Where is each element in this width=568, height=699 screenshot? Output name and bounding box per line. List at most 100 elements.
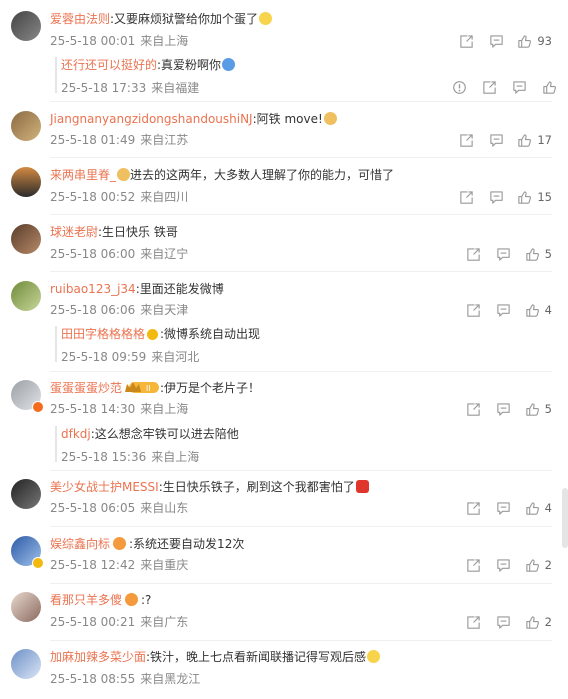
share-icon[interactable] <box>465 614 483 630</box>
share-icon[interactable] <box>465 557 483 573</box>
reply-date: 25-5-18 15:36 <box>61 450 147 464</box>
avatar[interactable] <box>11 224 41 254</box>
comment-meta: 25-5-18 06:05 来自山东 <box>50 500 188 516</box>
crown-icon <box>113 537 127 550</box>
share-icon[interactable] <box>465 302 483 318</box>
verified-badge-icon <box>147 329 159 340</box>
comment-text: :? <box>141 593 152 607</box>
reply-meta: 25-5-18 09:59 来自河北 <box>61 349 558 365</box>
avatar[interactable] <box>11 592 41 622</box>
comment-meta: 25-5-18 00:21 来自广东 <box>50 614 188 630</box>
doge-emoji-icon <box>323 112 337 125</box>
cry-emoji-icon <box>367 650 381 663</box>
like-button[interactable]: 5 <box>525 247 552 262</box>
share-icon[interactable] <box>480 79 498 95</box>
divider <box>50 371 552 372</box>
avatar[interactable] <box>11 649 41 679</box>
share-icon[interactable] <box>465 246 483 262</box>
like-button[interactable]: 2 <box>525 558 552 573</box>
comment-meta: 25-5-18 12:42 来自重庆 <box>50 557 188 573</box>
comment-username[interactable]: 来两串里脊_ <box>50 168 116 182</box>
avatar[interactable] <box>11 111 41 141</box>
comment-username[interactable]: 加麻加辣多菜少面 <box>50 650 146 664</box>
comment-username[interactable]: 美少女战士护MESSI <box>50 480 159 494</box>
comment-text: 进去的这两年，大多数人理解了你的能力，可惜了 <box>130 168 395 182</box>
comment-icon[interactable] <box>495 614 513 630</box>
comment-username[interactable]: 看那只羊多傻 <box>50 593 122 607</box>
avatar[interactable] <box>11 167 41 197</box>
comment-icon[interactable] <box>487 33 505 49</box>
comment-icon[interactable] <box>487 189 505 205</box>
like-count: 4 <box>544 303 552 317</box>
like-button[interactable]: 2 <box>525 615 552 630</box>
comment-icon[interactable] <box>495 500 513 516</box>
comment-location: 来自天津 <box>140 303 189 317</box>
comment-meta: 25-5-18 00:01 来自上海 <box>50 33 188 49</box>
like-button[interactable]: 5 <box>525 402 552 417</box>
like-count: 5 <box>544 402 552 416</box>
comment-text: :阿铁 move! <box>252 112 323 126</box>
avatar[interactable] <box>11 11 41 41</box>
share-icon[interactable] <box>465 500 483 516</box>
comment-meta: 25-5-18 06:00 来自辽宁 <box>50 246 188 262</box>
reply-username[interactable]: dfkdj <box>61 427 91 441</box>
like-icon <box>525 402 540 417</box>
comment-text: :伊万是个老片子！ <box>160 381 261 395</box>
comment-meta: 25-5-18 06:06 来自天津 <box>50 302 188 318</box>
comment-username[interactable]: 球迷老尉 <box>50 225 98 239</box>
comment-text: :里面还能发微博 <box>135 282 224 296</box>
like-icon <box>525 501 540 516</box>
reply-username[interactable]: 田田字格格格格 <box>61 327 145 341</box>
comment-meta: 25-5-18 01:49 来自江苏 <box>50 132 188 148</box>
reply-item: 田田字格格格格 :微博系统自动出现 25-5-18 09:59 来自河北 <box>55 326 558 365</box>
comment-username[interactable]: ruibao123_j34 <box>50 282 136 296</box>
comment-meta: 25-5-18 14:30 来自上海 <box>50 401 188 417</box>
like-icon <box>517 133 532 148</box>
comment-location: 来自山东 <box>140 501 189 515</box>
like-button[interactable]: 17 <box>517 133 552 148</box>
like-button[interactable]: 93 <box>517 34 552 49</box>
divider <box>50 157 552 158</box>
comment-icon[interactable] <box>495 246 513 262</box>
like-button[interactable]: 4 <box>525 303 552 318</box>
heart-emoji-icon <box>355 480 369 493</box>
like-count: 15 <box>537 190 552 204</box>
comment-icon[interactable] <box>487 132 505 148</box>
comment-text: :系统还要自动发12次 <box>129 537 245 551</box>
verified-badge-icon <box>32 557 44 569</box>
comment-date: 25-5-18 06:06 <box>50 303 136 317</box>
comment-location: 来自上海 <box>140 34 189 48</box>
like-icon <box>525 303 540 318</box>
report-icon[interactable] <box>450 79 468 95</box>
comment-icon[interactable] <box>495 401 513 417</box>
divider <box>50 526 552 527</box>
avatar[interactable] <box>11 281 41 311</box>
svg-text:II: II <box>146 384 150 393</box>
comment-icon[interactable] <box>495 302 513 318</box>
scrollbar[interactable] <box>562 488 568 548</box>
like-icon[interactable] <box>540 79 558 95</box>
share-icon[interactable] <box>465 401 483 417</box>
comment-username[interactable]: JiangnanyangzidongshandoushiNJ <box>50 112 253 126</box>
comment-username[interactable]: 蛋蛋蛋蛋炒范 <box>50 381 122 395</box>
reply-item: 还行还可以挺好的:真爱粉啊你 25-5-18 17:33 来自福建 <box>55 57 558 95</box>
comment-date: 25-5-18 00:01 <box>50 34 136 48</box>
reply-text: :微博系统自动出现 <box>160 327 261 341</box>
share-icon[interactable] <box>457 189 475 205</box>
reply-date: 25-5-18 17:33 <box>61 81 147 95</box>
like-button[interactable]: 15 <box>517 190 552 205</box>
reply-location: 来自上海 <box>151 450 200 464</box>
reply-username[interactable]: 还行还可以挺好的 <box>61 58 157 72</box>
avatar[interactable] <box>11 479 41 509</box>
comment-username[interactable]: 爱蓉由法则 <box>50 12 110 26</box>
like-button[interactable]: 4 <box>525 501 552 516</box>
share-icon[interactable] <box>457 33 475 49</box>
like-count: 17 <box>537 133 552 147</box>
reply-location: 来自河北 <box>151 350 200 364</box>
share-icon[interactable] <box>457 132 475 148</box>
like-icon <box>517 34 532 49</box>
comment-date: 25-5-18 08:55 <box>50 672 136 686</box>
comment-username[interactable]: 娱综鑫向标 <box>50 537 110 551</box>
comment-icon[interactable] <box>510 79 528 95</box>
comment-icon[interactable] <box>495 557 513 573</box>
